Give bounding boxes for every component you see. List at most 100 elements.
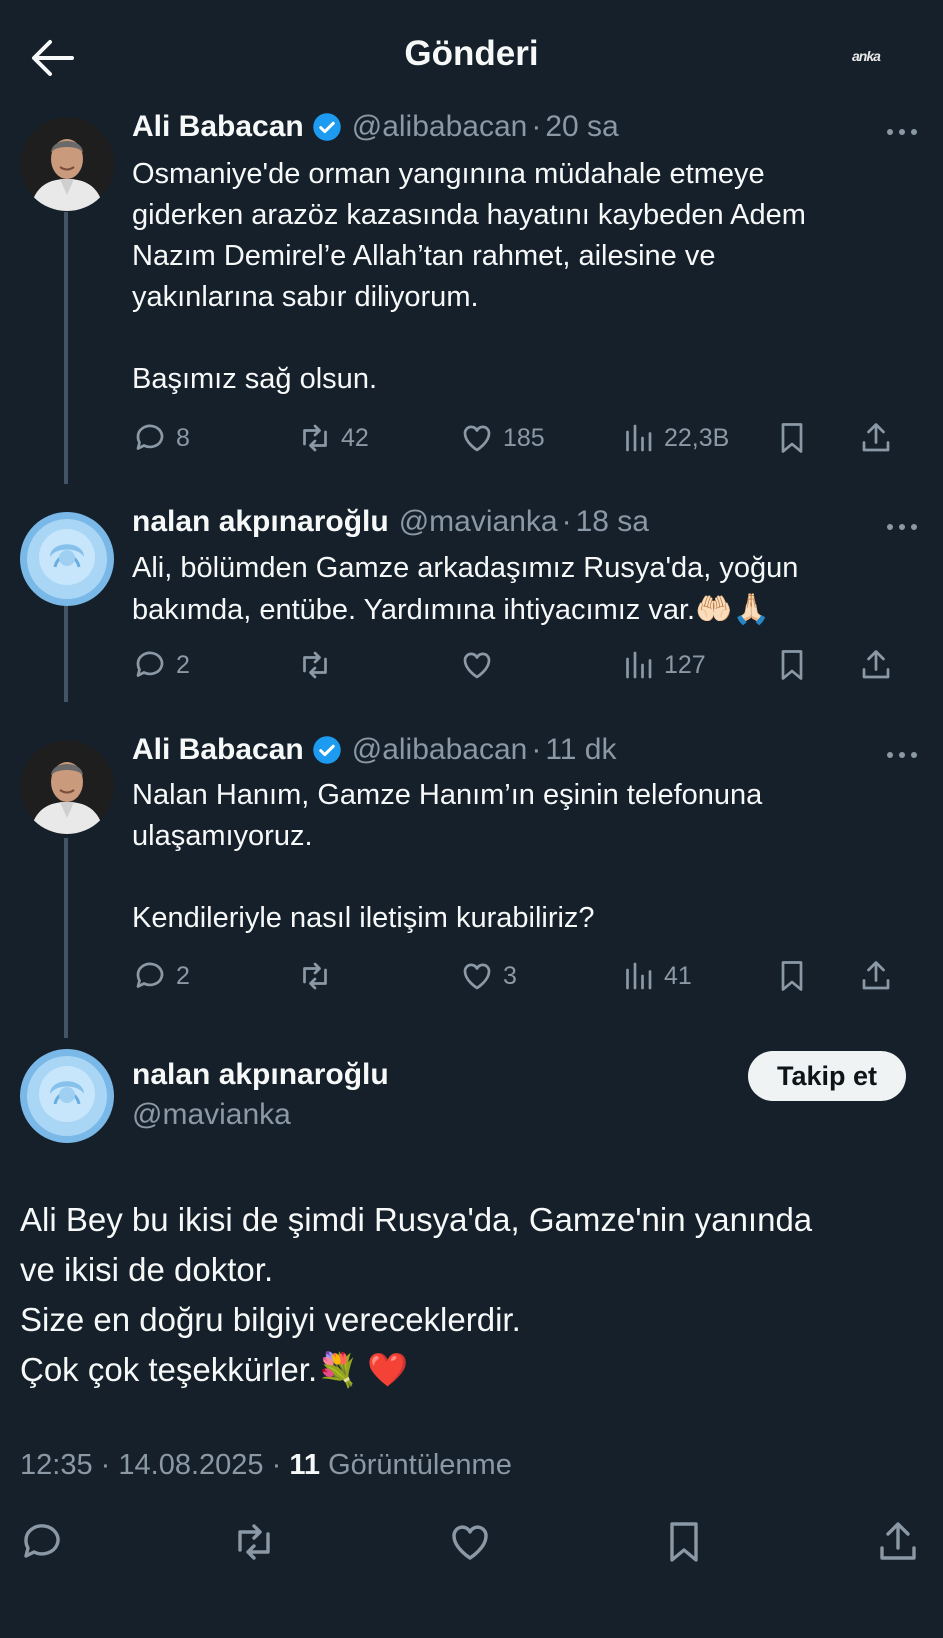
retweet-button[interactable] [230, 1518, 278, 1566]
main-tweet-actions [0, 1518, 943, 1568]
emoji: 💐 ❤️ [317, 1351, 409, 1388]
text-line: Nalan Hanım, Gamze Hanım’ın eşinin telef… [132, 779, 763, 811]
share-button[interactable] [874, 1518, 922, 1566]
reply-button[interactable]: 2 [132, 956, 190, 996]
like-button[interactable] [446, 1518, 494, 1566]
separator-dot: · [531, 733, 542, 766]
author-handle[interactable]: @mavianka [399, 505, 558, 539]
thread-line [64, 212, 68, 484]
reply-button[interactable] [18, 1518, 66, 1566]
like-button[interactable]: 3 [459, 956, 517, 996]
main-tweet-text: Ali Bey bu ikisi de şimdi Rusya'da, Gamz… [20, 1195, 920, 1395]
more-options-icon[interactable] [885, 522, 919, 532]
text-line: ve ikisi de doktor. [20, 1251, 274, 1288]
share-button[interactable] [858, 956, 894, 996]
avatar-ali-babacan[interactable] [20, 740, 114, 834]
text-line: Size en doğru bilgiyi vereceklerdir. [20, 1301, 521, 1338]
author-name[interactable]: Ali Babacan [132, 110, 304, 144]
text-line: Başımız sağ olsun. [132, 363, 377, 395]
views-count: 11 [289, 1449, 320, 1481]
separator-dot: · [561, 505, 572, 538]
text-spacer [132, 857, 912, 898]
retweet-icon [303, 651, 327, 679]
views-chart-icon [626, 962, 652, 990]
reply-count: 8 [176, 423, 190, 452]
follow-button[interactable]: Takip et [748, 1051, 906, 1101]
reply-icon [24, 1524, 60, 1558]
views-chart-icon [626, 424, 652, 452]
author-handle[interactable]: @mavianka [132, 1098, 291, 1132]
separator-dot: · [271, 1449, 282, 1481]
retweet-icon [303, 962, 327, 990]
more-options-icon[interactable] [885, 750, 919, 760]
heart-icon [452, 1525, 488, 1560]
bookmark-icon [781, 650, 803, 680]
author-name[interactable]: nalan akpınaroğlu [132, 505, 389, 539]
reply-count: 2 [176, 961, 190, 990]
avatar-ali-babacan[interactable] [20, 117, 114, 211]
author-handle[interactable]: @alibabacan [352, 110, 528, 144]
bookmark-button[interactable] [660, 1518, 708, 1566]
reply-icon [136, 424, 164, 450]
heart-icon [463, 425, 491, 452]
emoji: 🤲🏻🙏🏻 [695, 593, 770, 626]
bookmark-button[interactable] [774, 418, 810, 458]
author-name[interactable]: Ali Babacan [132, 733, 304, 767]
share-button[interactable] [858, 645, 894, 685]
views-chart-icon [626, 651, 652, 679]
retweet-button[interactable] [297, 645, 333, 685]
views-button[interactable]: 127 [620, 645, 706, 685]
tweet-time[interactable]: 18 sa [576, 505, 649, 539]
retweet-button[interactable]: 42 [297, 418, 369, 458]
thread-line [64, 602, 68, 702]
retweet-button[interactable] [297, 956, 333, 996]
share-icon [862, 650, 890, 679]
bookmark-icon [781, 423, 803, 453]
like-button[interactable]: 185 [459, 418, 545, 458]
text-line: bakımda, entübe. Yardımına ihtiyacımız v… [132, 589, 912, 631]
like-count: 185 [503, 423, 545, 452]
tweet-time[interactable]: 11 dk [545, 733, 616, 767]
tweet-metadata: 12:35 · 14.08.2025 · 11 Görüntülenme [20, 1449, 512, 1482]
like-count: 3 [503, 961, 517, 990]
page-title: Gönderi [404, 34, 539, 73]
share-button[interactable] [858, 418, 894, 458]
reply-button[interactable]: 8 [132, 418, 190, 458]
like-button[interactable] [459, 645, 495, 685]
retweet-count: 42 [341, 423, 369, 452]
post-time[interactable]: 12:35 [20, 1449, 93, 1481]
bookmark-icon [781, 961, 803, 991]
anka-watermark-logo: anka [852, 48, 881, 64]
author-name[interactable]: nalan akpınaroğlu [132, 1058, 389, 1092]
text-segment: bakımda, entübe. Yardımına ihtiyacımız v… [132, 594, 696, 626]
bookmark-button[interactable] [774, 645, 810, 685]
views-button[interactable]: 41 [620, 956, 692, 996]
reply-button[interactable]: 2 [132, 645, 190, 685]
view-count: 127 [664, 650, 706, 679]
reply-icon [136, 651, 164, 677]
tweet-header: Ali Babacan @alibabacan · 20 sa [132, 110, 619, 144]
tweet-actions: 2 127 [132, 645, 922, 685]
post-date[interactable]: 14.08.2025 [118, 1449, 263, 1481]
text-line: yakınlarına sabır diliyorum. [132, 281, 479, 313]
heart-icon [463, 963, 491, 990]
text-segment: Çok çok teşekkürler. [20, 1351, 318, 1388]
tweet-time[interactable]: 20 sa [545, 110, 618, 144]
avatar-nalan-akpinaroglu[interactable] [20, 512, 114, 606]
reply-count: 2 [176, 650, 190, 679]
author-handle[interactable]: @alibabacan [352, 733, 528, 767]
text-line: Çok çok teşekkürler.💐 ❤️ [20, 1345, 920, 1395]
more-options-icon[interactable] [885, 127, 919, 137]
bookmark-button[interactable] [774, 956, 810, 996]
text-line: Kendileriyle nasıl iletişim kurabiliriz? [132, 902, 595, 934]
retweet-icon [238, 1524, 270, 1560]
verified-badge-icon [312, 736, 341, 764]
text-spacer [132, 318, 912, 359]
views-button[interactable]: 22,3B [620, 418, 729, 458]
text-line: giderken arazöz kazasında hayatını kaybe… [132, 199, 806, 231]
tweet-text: Osmaniye'de orman yangınına müdahale etm… [132, 154, 912, 400]
share-icon [862, 423, 890, 452]
avatar-nalan-akpinaroglu[interactable] [20, 1049, 114, 1143]
tweet-actions: 8 42 185 22,3B [132, 418, 922, 458]
views-label: Görüntülenme [328, 1449, 512, 1481]
